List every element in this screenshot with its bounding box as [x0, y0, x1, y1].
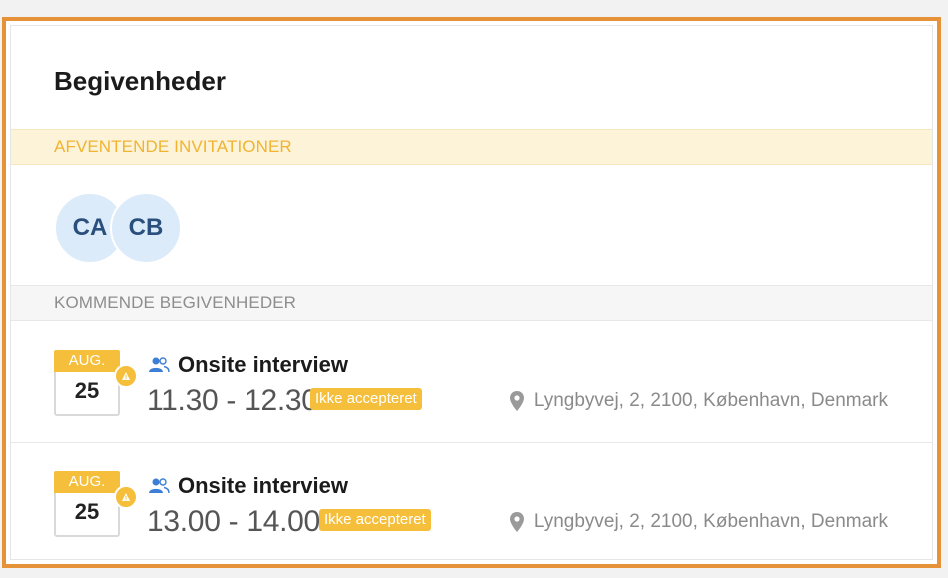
event-row[interactable]: AUG. 25 Onsite interview 11.30 - 12.30 I…: [11, 322, 932, 442]
event-day: 25: [74, 499, 100, 524]
location-pin-icon: [509, 512, 524, 532]
status-badge: Ikke accepteret: [310, 388, 422, 410]
event-time: 11.30 - 12.30: [147, 384, 318, 417]
events-panel-frame: Begivenheder AFVENTENDE INVITATIONER CA …: [2, 17, 941, 568]
event-location-text: Lyngbyvej, 2, 2100, København, Denmark: [533, 390, 888, 411]
people-icon: [149, 357, 170, 373]
people-icon: [149, 478, 170, 494]
event-name: Onsite interview: [178, 352, 348, 377]
event-title[interactable]: Onsite interview: [148, 473, 348, 499]
warning-icon: [114, 364, 138, 388]
event-location: Lyngbyvej, 2, 2100, København, Denmark: [509, 390, 888, 412]
event-title[interactable]: Onsite interview: [148, 352, 348, 378]
event-row[interactable]: AUG. 25 Onsite interview 13.00 - 14.00 I…: [11, 442, 932, 563]
status-badge: Ikke accepteret: [319, 509, 431, 531]
location-pin-icon: [509, 391, 524, 411]
event-location-text: Lyngbyvej, 2, 2100, København, Denmark: [533, 511, 888, 532]
events-panel: Begivenheder AFVENTENDE INVITATIONER CA …: [10, 25, 933, 560]
event-day: 25: [74, 378, 100, 403]
event-month: AUG.: [54, 471, 120, 493]
calendar-date-icon: AUG. 25: [54, 471, 138, 537]
event-location: Lyngbyvej, 2, 2100, København, Denmark: [509, 511, 888, 533]
warning-icon: [114, 485, 138, 509]
calendar-date-icon: AUG. 25: [54, 350, 138, 416]
pending-invitations-header: AFVENTENDE INVITATIONER: [11, 129, 932, 165]
panel-title: Begivenheder: [54, 66, 226, 96]
event-name: Onsite interview: [178, 473, 348, 498]
event-month: AUG.: [54, 350, 120, 372]
avatar[interactable]: CB: [110, 192, 182, 264]
event-time: 13.00 - 14.00: [147, 505, 320, 538]
upcoming-events-header: KOMMENDE BEGIVENHEDER: [11, 285, 932, 321]
